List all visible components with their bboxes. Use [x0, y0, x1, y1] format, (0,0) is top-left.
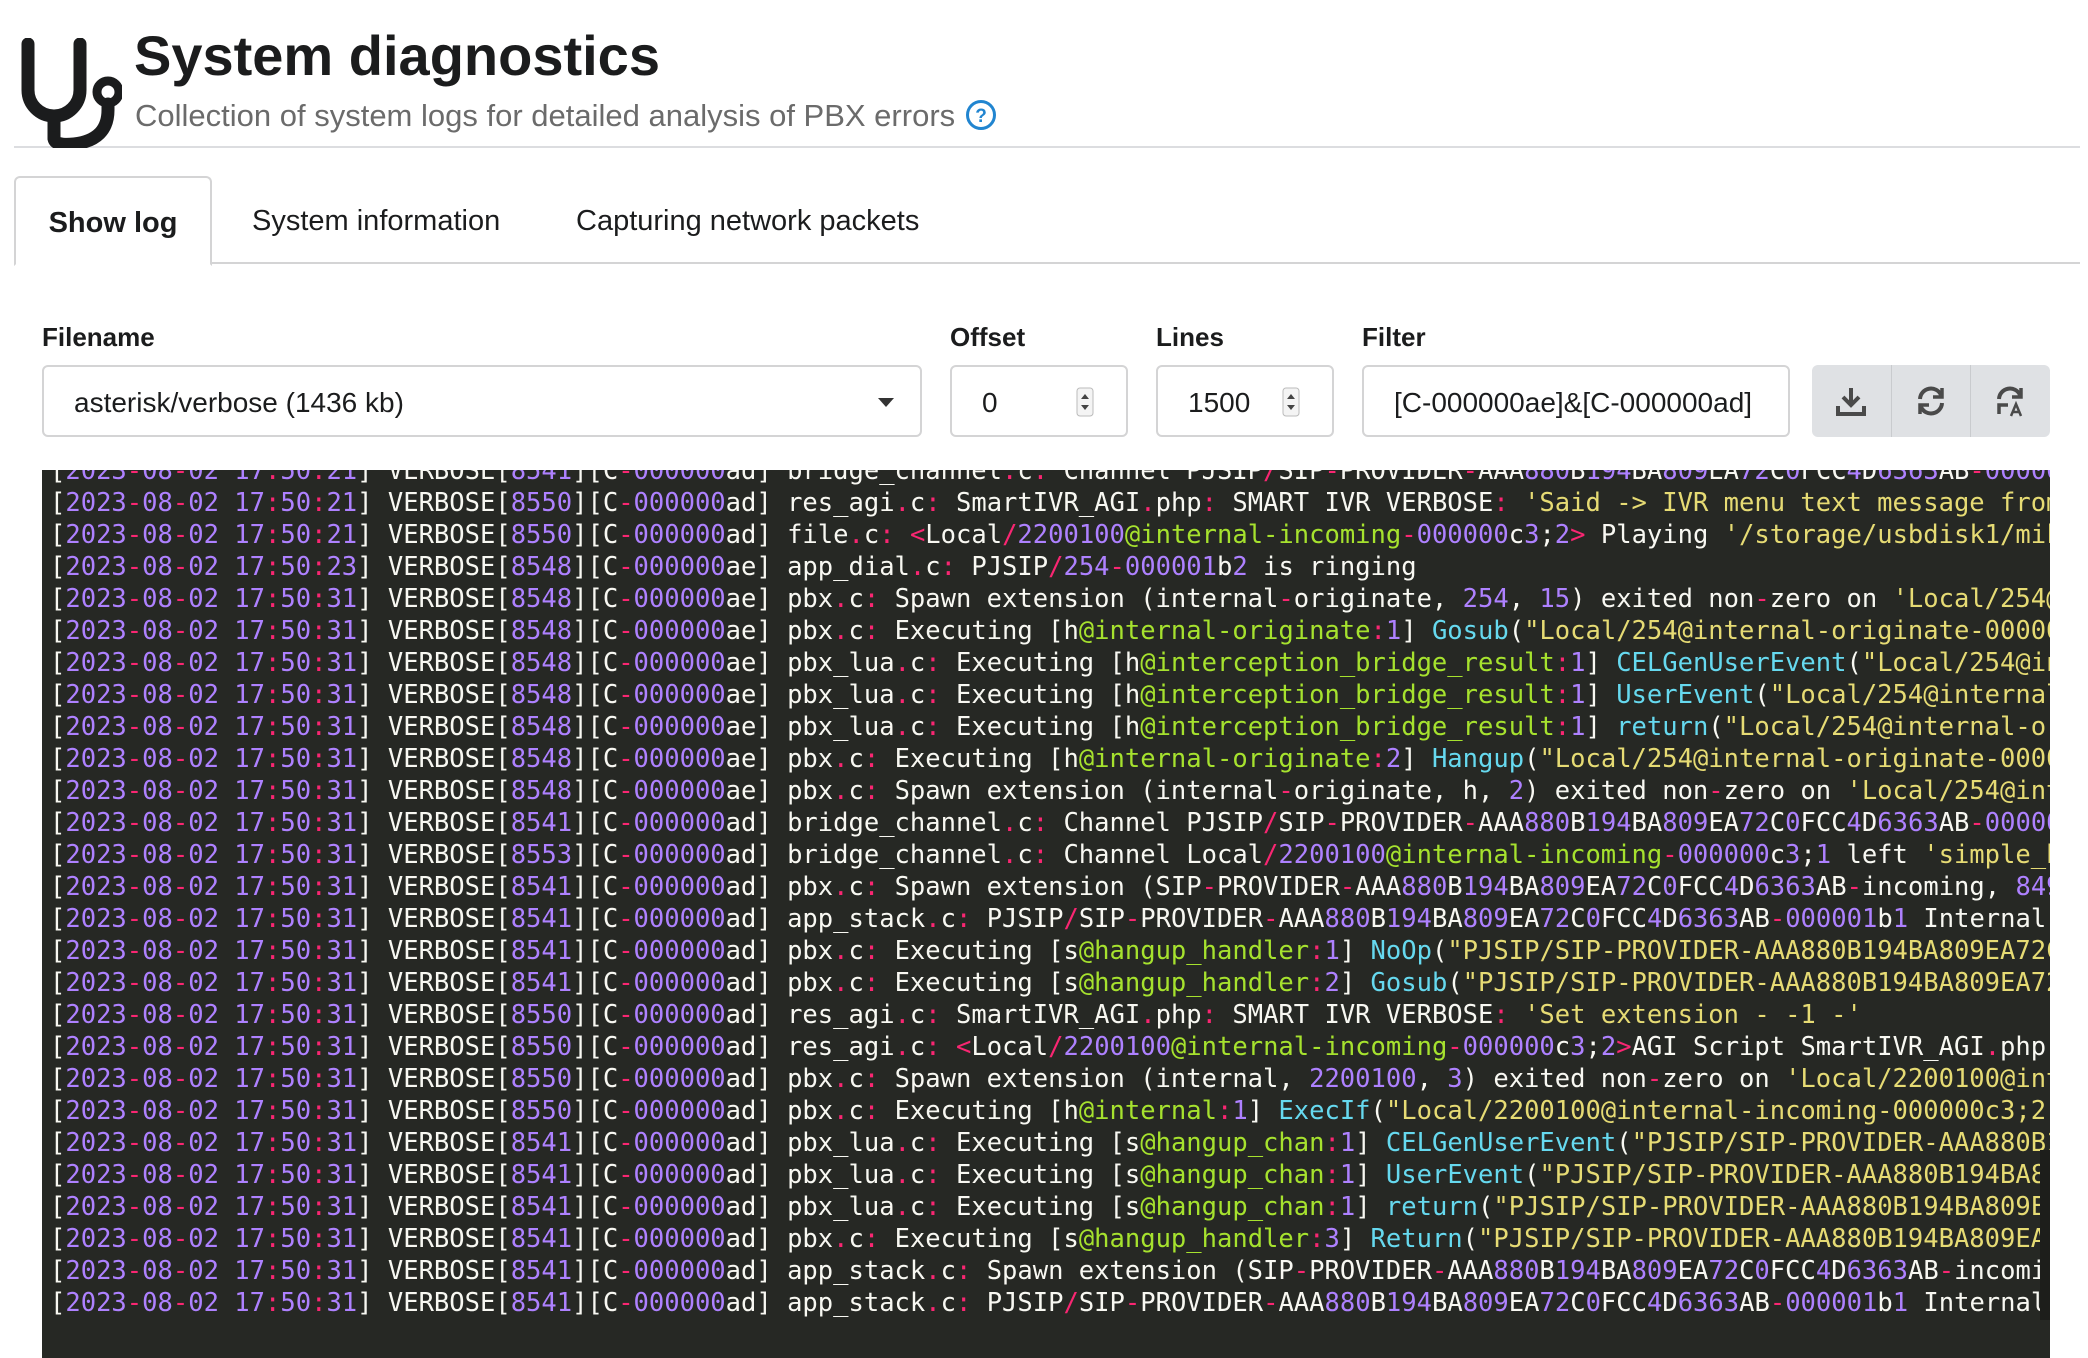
question-circle-icon[interactable]: ? [965, 99, 997, 131]
log-line: [2023-08-02 17:50:31] VERBOSE[8541][C-00… [50, 872, 2050, 902]
lines-label: Lines [1156, 322, 1224, 352]
refresh-button[interactable] [1892, 365, 1972, 437]
log-lines: [2023-08-02 17:50:21] VERBOSE[8541][C-00… [50, 470, 2050, 1319]
log-line: [2023-08-02 17:50:31] VERBOSE[8548][C-00… [50, 648, 2050, 678]
download-icon [1836, 388, 1867, 416]
log-line: [2023-08-02 17:50:31] VERBOSE[8550][C-00… [50, 1096, 2050, 1126]
log-viewer[interactable]: [2023-08-02 17:50:21] VERBOSE[8541][C-00… [42, 470, 2050, 1358]
filename-value: asterisk/verbose (1436 kb) [74, 387, 404, 418]
page-subtitle: Collection of system logs for detailed a… [135, 97, 997, 134]
stepper-arrows-icon[interactable] [1076, 387, 1094, 417]
log-line: [2023-08-02 17:50:31] VERBOSE[8548][C-00… [50, 776, 2050, 806]
tab-system-information[interactable]: System information [252, 176, 500, 262]
log-line: [2023-08-02 17:50:31] VERBOSE[8541][C-00… [50, 1224, 2050, 1254]
log-line: [2023-08-02 17:50:31] VERBOSE[8550][C-00… [50, 1000, 1862, 1030]
log-line: [2023-08-02 17:50:31] VERBOSE[8541][C-00… [50, 968, 2050, 998]
filter-label: Filter [1362, 322, 1426, 352]
stepper-arrows-icon[interactable] [1282, 387, 1300, 417]
offset-input[interactable]: 0 [950, 365, 1128, 437]
log-line: [2023-08-02 17:50:31] VERBOSE[8548][C-00… [50, 680, 2050, 710]
log-line: [2023-08-02 17:50:31] VERBOSE[8541][C-00… [50, 904, 2050, 934]
filename-label: Filename [42, 322, 155, 352]
log-line: [2023-08-02 17:50:31] VERBOSE[8548][C-00… [50, 616, 2050, 646]
subtitle-text: Collection of system logs for detailed a… [135, 98, 956, 133]
svg-text:?: ? [975, 106, 987, 127]
log-line: [2023-08-02 17:50:21] VERBOSE[8541][C-00… [50, 470, 2050, 486]
log-line: [2023-08-02 17:50:21] VERBOSE[8550][C-00… [50, 488, 2050, 518]
log-line: [2023-08-02 17:50:31] VERBOSE[8541][C-00… [50, 1256, 2050, 1286]
log-line: [2023-08-02 17:50:31] VERBOSE[8541][C-00… [50, 936, 2050, 966]
log-line: [2023-08-02 17:50:31] VERBOSE[8541][C-00… [50, 1160, 2050, 1190]
tab-bar: Show log System information Capturing ne… [14, 176, 2080, 266]
auto-refresh-icon [1996, 386, 2023, 417]
filter-input[interactable]: [C-000000ae]&[C-000000ad] [1362, 365, 1790, 437]
log-line: [2023-08-02 17:50:31] VERBOSE[8541][C-00… [50, 808, 2050, 838]
log-line: [2023-08-02 17:50:31] VERBOSE[8548][C-00… [50, 584, 2050, 614]
log-line: [2023-08-02 17:50:31] VERBOSE[8541][C-00… [50, 1288, 2050, 1318]
download-button[interactable] [1812, 365, 1892, 437]
lines-value: 1500 [1188, 387, 1251, 418]
log-scrollbar[interactable] [2040, 1150, 2050, 1320]
chevron-down-icon [878, 398, 894, 407]
filter-value: [C-000000ae]&[C-000000ad] [1394, 387, 1753, 418]
log-line: [2023-08-02 17:50:31] VERBOSE[8548][C-00… [50, 744, 2050, 774]
offset-value: 0 [982, 387, 998, 418]
auto-refresh-button[interactable] [1971, 365, 2050, 437]
stethoscope-icon [21, 38, 122, 148]
log-actions-button-group [1812, 365, 2050, 437]
log-line: [2023-08-02 17:50:31] VERBOSE[8550][C-00… [50, 1032, 2047, 1062]
log-line: [2023-08-02 17:50:31] VERBOSE[8541][C-00… [50, 1128, 2050, 1158]
page-title: System diagnostics [134, 24, 660, 87]
tab-capturing-network-packets[interactable]: Capturing network packets [576, 176, 919, 262]
page-header: System diagnostics Collection of system … [14, 24, 2080, 148]
tab-show-log[interactable]: Show log [14, 176, 212, 266]
filename-dropdown[interactable]: asterisk/verbose (1436 kb) [42, 365, 922, 437]
log-line: [2023-08-02 17:50:31] VERBOSE[8541][C-00… [50, 1192, 2050, 1222]
refresh-icon [1918, 386, 1944, 416]
offset-label: Offset [950, 322, 1026, 352]
log-line: [2023-08-02 17:50:31] VERBOSE[8553][C-00… [50, 840, 2050, 870]
log-line: [2023-08-02 17:50:31] VERBOSE[8548][C-00… [50, 712, 2050, 742]
lines-input[interactable]: 1500 [1156, 365, 1334, 437]
log-line: [2023-08-02 17:50:23] VERBOSE[8548][C-00… [50, 552, 1417, 582]
log-line: [2023-08-02 17:50:21] VERBOSE[8550][C-00… [50, 520, 2050, 550]
log-line: [2023-08-02 17:50:31] VERBOSE[8550][C-00… [50, 1064, 2050, 1094]
